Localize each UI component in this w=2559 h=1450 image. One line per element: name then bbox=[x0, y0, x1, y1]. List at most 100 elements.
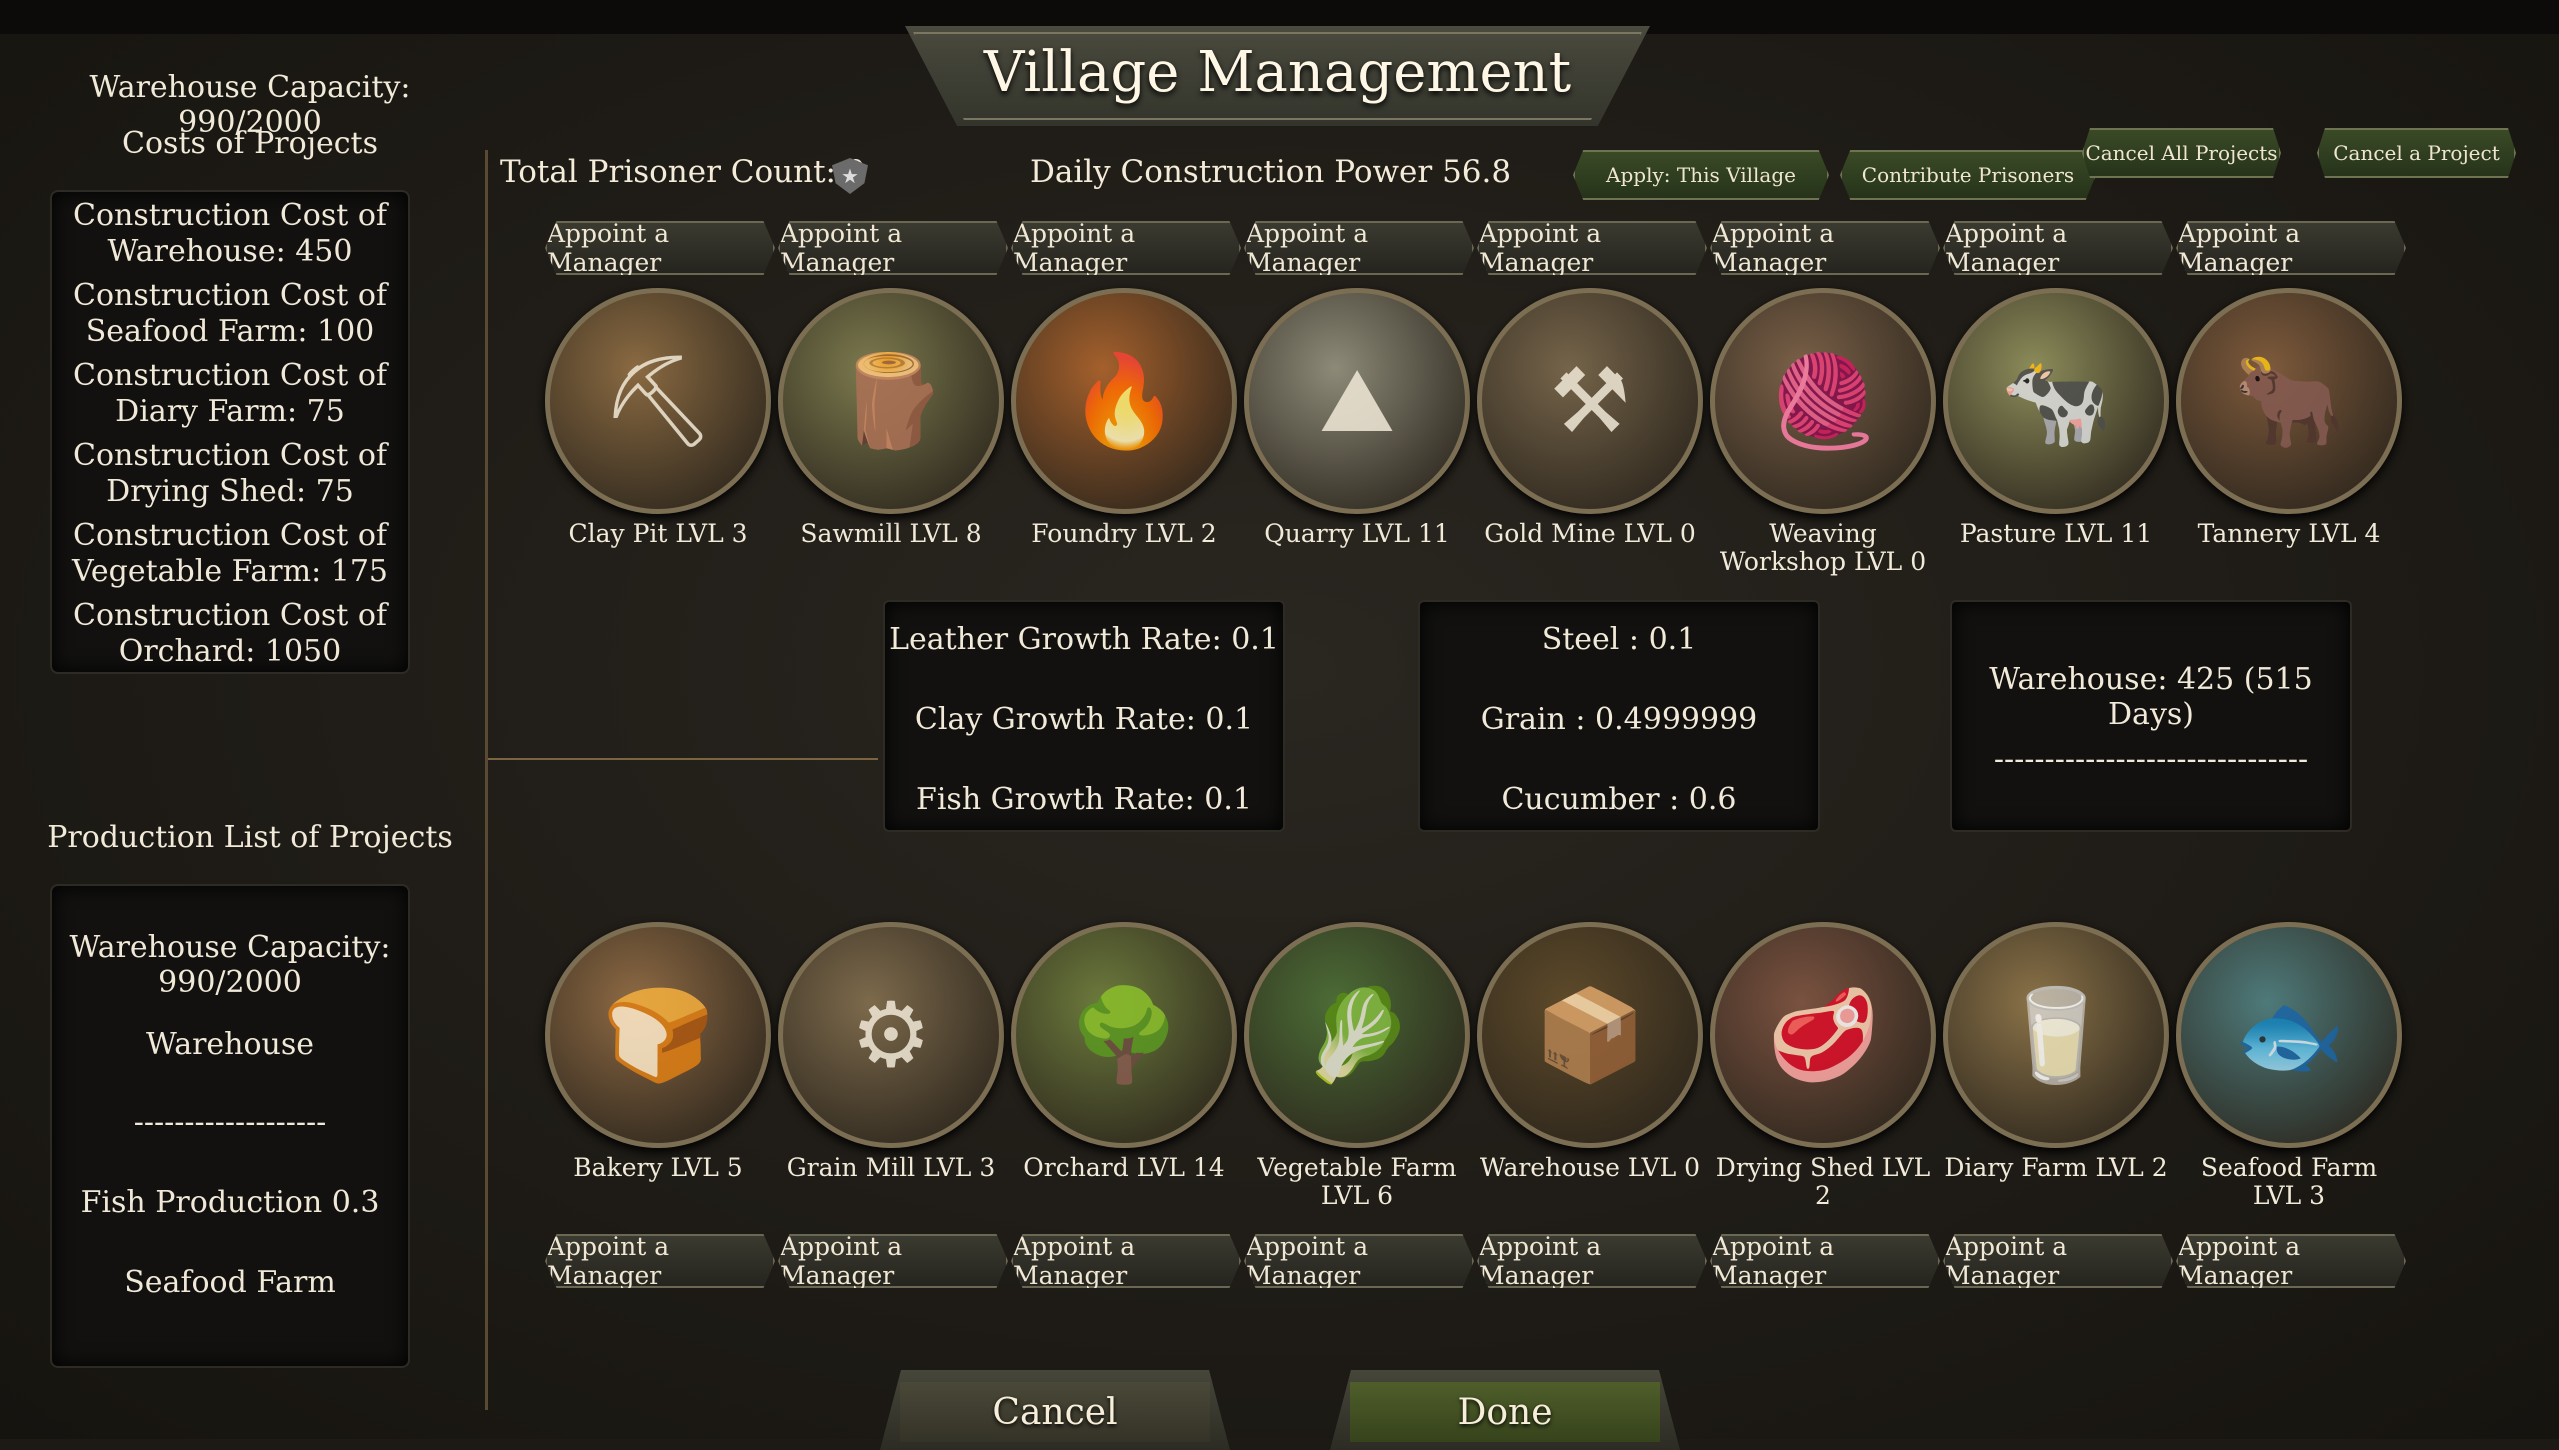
gold-mine-icon[interactable]: ⚒ bbox=[1477, 288, 1703, 514]
building-glyph: 🐂 bbox=[2232, 348, 2346, 454]
cost-value: Diary Farm: 75 bbox=[115, 394, 345, 429]
building-orchard[interactable]: 🌳 Orchard LVL 14 bbox=[1011, 922, 1237, 1182]
building-glyph: 🍞 bbox=[601, 982, 715, 1088]
drying-shed-icon[interactable]: 🥩 bbox=[1710, 922, 1936, 1148]
cost-value: Orchard: 1050 bbox=[118, 634, 342, 669]
cancel-all-projects-button[interactable]: Cancel All Projects bbox=[2082, 128, 2281, 178]
building-glyph: 🥩 bbox=[1766, 982, 1880, 1088]
building-foundry[interactable]: 🔥 Foundry LVL 2 bbox=[1011, 288, 1237, 548]
weaving-icon[interactable]: 🧶 bbox=[1710, 288, 1936, 514]
clay-pit-icon[interactable]: ⛏ bbox=[545, 288, 771, 514]
production-capacity-value: 990/2000 bbox=[158, 965, 302, 1000]
building-name: Quarry LVL 11 bbox=[1264, 519, 1450, 548]
building-vegetable-farm[interactable]: 🥬 Vegetable Farm LVL 6 bbox=[1244, 922, 1470, 1210]
cost-value: Drying Shed: 75 bbox=[106, 474, 354, 509]
building-name: Drying Shed LVL 2 bbox=[1715, 1153, 1931, 1210]
appoint-manager-button[interactable]: Appoint a Manager bbox=[2176, 221, 2406, 275]
orchard-icon[interactable]: 🌳 bbox=[1011, 922, 1237, 1148]
warehouse-status: Warehouse: 425 (515 Days) bbox=[1989, 662, 2313, 732]
diary-farm-icon[interactable]: 🥛 bbox=[1943, 922, 2169, 1148]
cancel-project-button[interactable]: Cancel a Project bbox=[2317, 128, 2516, 178]
contribute-prisoners-button[interactable]: Contribute Prisoners bbox=[1840, 150, 2096, 200]
tannery-icon[interactable]: 🐂 bbox=[2176, 288, 2402, 514]
cost-label: Construction Cost of bbox=[73, 598, 387, 633]
building-glyph: ⛏ bbox=[600, 348, 716, 454]
building-weaving[interactable]: 🧶 Weaving Workshop LVL 0 bbox=[1710, 288, 1936, 576]
done-button[interactable]: Done bbox=[1350, 1382, 1660, 1442]
cost-label: Construction Cost of bbox=[73, 198, 387, 233]
appoint-manager-button[interactable]: Appoint a Manager bbox=[1710, 221, 1940, 275]
building-name: Gold Mine LVL 0 bbox=[1484, 519, 1696, 548]
building-glyph: 🔥 bbox=[1067, 348, 1181, 454]
appoint-manager-button[interactable]: Appoint a Manager bbox=[778, 1234, 1008, 1288]
cost-label: Construction Cost of bbox=[73, 358, 387, 393]
appoint-manager-button[interactable]: Appoint a Manager bbox=[1477, 221, 1707, 275]
building-name: Clay Pit LVL 3 bbox=[568, 519, 748, 548]
building-name: Seafood Farm LVL 3 bbox=[2200, 1153, 2378, 1210]
steel-rate: Steel : 0.1 bbox=[1541, 622, 1697, 657]
building-glyph: 🥬 bbox=[1300, 982, 1414, 1088]
building-name: Tannery LVL 4 bbox=[2197, 519, 2381, 548]
appoint-manager-button[interactable]: Appoint a Manager bbox=[545, 221, 775, 275]
building-glyph: 🌳 bbox=[1067, 982, 1181, 1088]
building-grain-mill[interactable]: ⚙ Grain Mill LVL 3 bbox=[778, 922, 1004, 1182]
building-seafood-farm[interactable]: 🐟 Seafood Farm LVL 3 bbox=[2176, 922, 2402, 1210]
cost-item: Construction Cost of Seafood Farm: 100 bbox=[52, 278, 408, 350]
production-heading: Production List of Projects bbox=[47, 820, 453, 855]
cost-item: Construction Cost of Warehouse: 450 bbox=[52, 198, 408, 270]
appoint-manager-button[interactable]: Appoint a Manager bbox=[1244, 1234, 1474, 1288]
sawmill-icon[interactable]: 🪵 bbox=[778, 288, 1004, 514]
production-warehouse: Warehouse bbox=[145, 1027, 315, 1062]
cancel-button[interactable]: Cancel bbox=[900, 1382, 1210, 1442]
building-quarry[interactable]: ⛰ Quarry LVL 11 bbox=[1244, 288, 1470, 548]
appoint-manager-button[interactable]: Appoint a Manager bbox=[1011, 1234, 1241, 1288]
bakery-icon[interactable]: 🍞 bbox=[545, 922, 771, 1148]
building-name: Pasture LVL 11 bbox=[1959, 519, 2153, 548]
building-warehouse[interactable]: 📦 Warehouse LVL 0 bbox=[1477, 922, 1703, 1182]
production-capacity-label: Warehouse Capacity: bbox=[69, 930, 391, 965]
appoint-manager-button[interactable]: Appoint a Manager bbox=[2176, 1234, 2406, 1288]
appoint-manager-button[interactable]: Appoint a Manager bbox=[1011, 221, 1241, 275]
appoint-manager-button[interactable]: Appoint a Manager bbox=[1477, 1234, 1707, 1288]
horizontal-divider bbox=[488, 758, 878, 760]
building-drying-shed[interactable]: 🥩 Drying Shed LVL 2 bbox=[1710, 922, 1936, 1210]
appoint-manager-button[interactable]: Appoint a Manager bbox=[1710, 1234, 1940, 1288]
appoint-manager-button[interactable]: Appoint a Manager bbox=[1943, 1234, 2173, 1288]
cost-item: Construction Cost of Drying Shed: 75 bbox=[52, 438, 408, 510]
pasture-icon[interactable]: 🐄 bbox=[1943, 288, 2169, 514]
apply-village-button[interactable]: Apply: This Village bbox=[1573, 150, 1829, 200]
appoint-manager-button[interactable]: Appoint a Manager bbox=[1244, 221, 1474, 275]
cost-item: Construction Cost of Orchard: 1050 bbox=[52, 598, 408, 670]
building-glyph: 🐄 bbox=[1999, 348, 2113, 454]
appoint-manager-button[interactable]: Appoint a Manager bbox=[1943, 221, 2173, 275]
building-pasture[interactable]: 🐄 Pasture LVL 11 bbox=[1943, 288, 2169, 548]
cost-item: Construction Cost of Diary Farm: 75 bbox=[52, 358, 408, 430]
building-tannery[interactable]: 🐂 Tannery LVL 4 bbox=[2176, 288, 2402, 548]
production-seafood: Seafood Farm bbox=[124, 1265, 336, 1300]
building-name: Foundry LVL 2 bbox=[1031, 519, 1217, 548]
vegetable-farm-icon[interactable]: 🥬 bbox=[1244, 922, 1470, 1148]
costs-heading: Costs of Projects bbox=[122, 126, 378, 161]
quarry-icon[interactable]: ⛰ bbox=[1244, 288, 1470, 514]
foundry-icon[interactable]: 🔥 bbox=[1011, 288, 1237, 514]
seafood-farm-icon[interactable]: 🐟 bbox=[2176, 922, 2402, 1148]
appoint-manager-button[interactable]: Appoint a Manager bbox=[778, 221, 1008, 275]
building-sawmill[interactable]: 🪵 Sawmill LVL 8 bbox=[778, 288, 1004, 548]
building-bakery[interactable]: 🍞 Bakery LVL 5 bbox=[545, 922, 771, 1182]
page-title: Village Management bbox=[983, 40, 1572, 105]
appoint-manager-button[interactable]: Appoint a Manager bbox=[545, 1234, 775, 1288]
cost-value: Warehouse: 450 bbox=[107, 234, 353, 269]
building-clay-pit[interactable]: ⛏ Clay Pit LVL 3 bbox=[545, 288, 771, 548]
building-glyph: ⚒ bbox=[1549, 348, 1631, 454]
grain-mill-icon[interactable]: ⚙ bbox=[778, 922, 1004, 1148]
resources-box: Steel : 0.1 Grain : 0.4999999 Cucumber :… bbox=[1418, 600, 1820, 832]
warehouse-icon[interactable]: 📦 bbox=[1477, 922, 1703, 1148]
cost-label: Construction Cost of bbox=[73, 278, 387, 313]
vertical-divider bbox=[485, 150, 488, 1410]
building-gold-mine[interactable]: ⚒ Gold Mine LVL 0 bbox=[1477, 288, 1703, 548]
production-separator: ------------------- bbox=[133, 1105, 327, 1140]
building-diary-farm[interactable]: 🥛 Diary Farm LVL 2 bbox=[1943, 922, 2169, 1182]
clay-growth: Clay Growth Rate: 0.1 bbox=[914, 702, 1254, 737]
cost-item: Construction Cost of Vegetable Farm: 175 bbox=[52, 518, 408, 590]
leather-growth: Leather Growth Rate: 0.1 bbox=[889, 622, 1279, 657]
